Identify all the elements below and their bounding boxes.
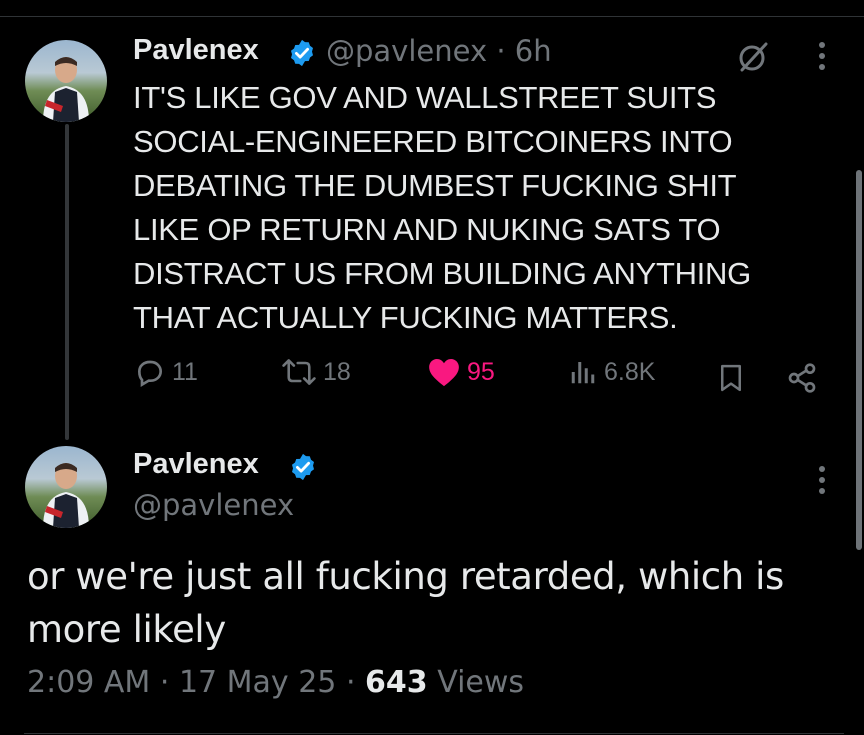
views-icon xyxy=(571,362,595,384)
tweet-meta: 2:09 AM · 17 May 25 · 643 Views xyxy=(27,665,524,700)
author-name[interactable]: Pavlenex xyxy=(133,34,259,67)
repost-icon xyxy=(282,359,316,385)
tweet-date[interactable]: 17 May 25 xyxy=(179,665,336,700)
share-icon[interactable] xyxy=(786,362,818,394)
more-icon[interactable] xyxy=(816,42,828,70)
main-tweet-text: or we're just all fucking retarded, whic… xyxy=(27,555,784,651)
views-count: 6.8K xyxy=(604,357,656,386)
reply-count: 11 xyxy=(172,357,198,386)
main-author-name[interactable]: Pavlenex xyxy=(133,448,259,481)
separator: · xyxy=(159,665,170,700)
reply-button[interactable]: 11 xyxy=(134,356,198,388)
view-count[interactable]: 643 xyxy=(365,665,428,700)
more-icon[interactable] xyxy=(816,466,828,494)
timestamp[interactable]: 6h xyxy=(515,34,552,68)
bottom-divider xyxy=(24,733,844,734)
views-label: Views xyxy=(437,665,525,700)
repost-count: 18 xyxy=(323,357,351,386)
tweet-time[interactable]: 2:09 AM xyxy=(27,665,150,700)
handle-text[interactable]: @pavlenex xyxy=(326,34,487,68)
author-handle[interactable]: @pavlenex · 6h xyxy=(326,34,552,68)
bookmark-icon[interactable] xyxy=(716,362,746,394)
repost-button[interactable]: 18 xyxy=(281,356,351,388)
tweet-text: IT'S LIKE GOV AND WALLSTREET SUITS SOCIA… xyxy=(133,80,751,335)
verified-badge-icon xyxy=(292,453,314,481)
avatar[interactable] xyxy=(25,40,107,122)
top-divider xyxy=(0,16,864,17)
grok-icon[interactable] xyxy=(736,40,770,74)
main-avatar[interactable] xyxy=(25,446,107,528)
like-count: 95 xyxy=(467,357,495,386)
reply-icon xyxy=(137,360,163,388)
separator: · xyxy=(496,34,506,68)
action-bar: 11 18 95 6.8K xyxy=(0,356,864,400)
like-button[interactable]: 95 xyxy=(427,356,495,388)
verified-badge-icon xyxy=(291,39,313,67)
heart-icon xyxy=(429,358,459,387)
separator: · xyxy=(345,665,356,700)
main-author-handle[interactable]: @pavlenex xyxy=(133,488,294,522)
views-button[interactable]: 6.8K xyxy=(568,356,655,388)
